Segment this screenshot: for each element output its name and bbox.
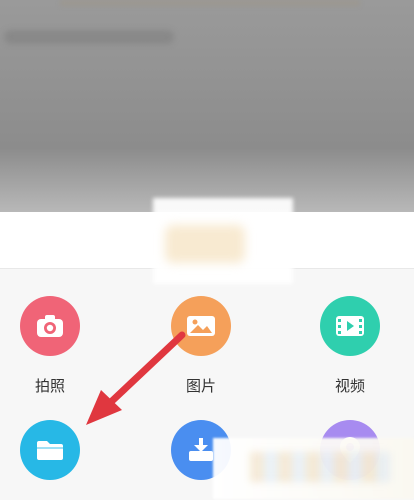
picture-label: 图片 bbox=[185, 377, 216, 395]
dimmed-background[interactable] bbox=[0, 0, 414, 212]
blurred-content bbox=[4, 30, 174, 44]
picture-button[interactable] bbox=[171, 296, 231, 356]
camera-button[interactable] bbox=[20, 296, 80, 356]
picture-icon bbox=[186, 314, 216, 338]
folder-icon bbox=[35, 438, 65, 462]
blurred-content bbox=[60, 0, 360, 6]
watermark-region bbox=[250, 452, 390, 482]
video-label: 视频 bbox=[334, 377, 365, 395]
download-icon bbox=[187, 437, 215, 463]
camera-icon bbox=[36, 314, 64, 338]
file-button[interactable] bbox=[20, 420, 80, 480]
video-button[interactable] bbox=[320, 296, 380, 356]
obscured-region bbox=[165, 225, 245, 263]
camera-label: 拍照 bbox=[34, 377, 65, 395]
video-icon bbox=[335, 314, 365, 338]
